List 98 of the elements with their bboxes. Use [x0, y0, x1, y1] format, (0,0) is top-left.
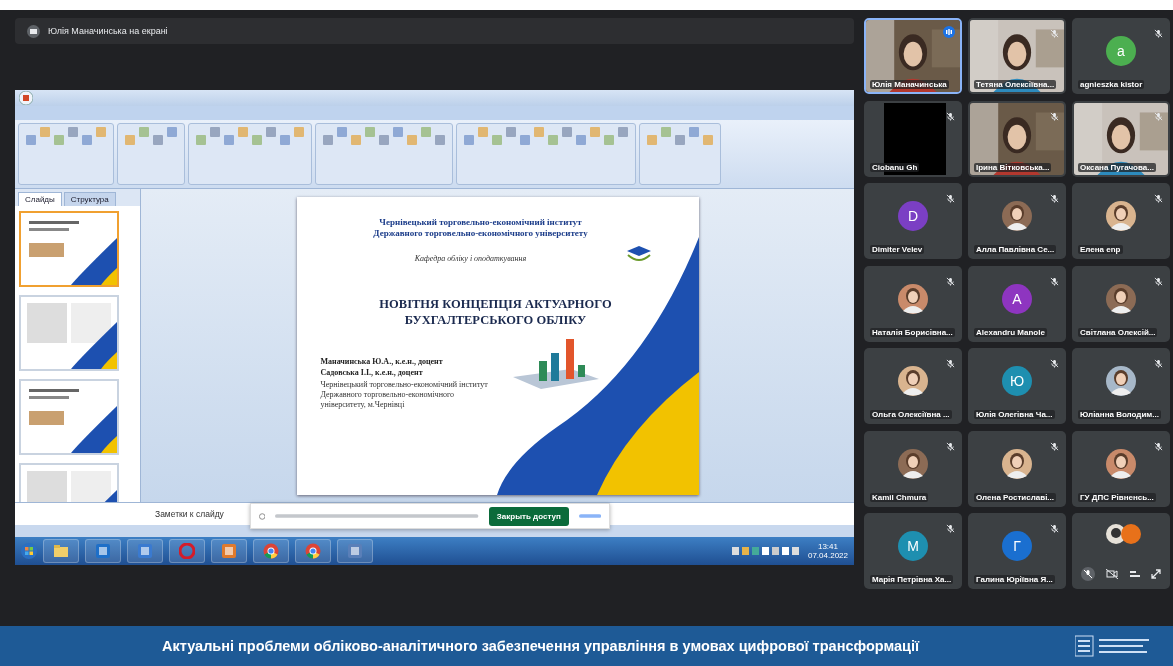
- presentation-icon: [27, 24, 40, 38]
- mic-off-icon: [1050, 111, 1059, 121]
- mic-off-icon: [1154, 441, 1163, 451]
- avatar-group-drawing: [1104, 523, 1144, 545]
- taskbar-button[interactable]: [127, 539, 163, 564]
- avatar-initial: Ю: [1002, 366, 1032, 396]
- app-icon: [137, 543, 153, 560]
- taskbar-button[interactable]: [211, 539, 247, 564]
- taskbar-button[interactable]: [85, 539, 121, 564]
- mic-off-icon: [1050, 441, 1059, 451]
- app-icon: [347, 543, 363, 560]
- ribbon-tools-drawing: [647, 126, 713, 145]
- participant-name: Олена Ростиславі...: [974, 492, 1057, 502]
- participant-name: Елена enp: [1078, 245, 1123, 254]
- participant-name: Галина Юріївна Я...: [974, 575, 1055, 584]
- mic-off-icon: [1050, 524, 1059, 533]
- app-icon: [95, 543, 111, 560]
- presenter-label: Юлія Маначинська на екрані: [48, 26, 168, 36]
- office-button-icon[interactable]: [19, 90, 33, 105]
- mic-off-icon: [946, 194, 955, 203]
- mic-off-icon: [1050, 276, 1059, 286]
- department-name: Кафедра обліку і оподаткування: [413, 253, 528, 263]
- participant-name: Ciobanu Gh: [870, 162, 920, 172]
- mic-off-icon: [946, 524, 955, 533]
- folder-icon: [53, 543, 69, 560]
- avatar-photo: [898, 366, 928, 396]
- mic-off-icon: [1154, 111, 1163, 121]
- participant-name: Наталія Борисівна...: [870, 327, 955, 337]
- mic-off-icon: [946, 441, 955, 451]
- panel-tab[interactable]: Структура: [63, 192, 116, 207]
- author-name: Садовська І.І., к.е.н., доцент: [320, 368, 424, 378]
- taskbar-button[interactable]: [169, 539, 205, 564]
- avatar-initial: D: [898, 201, 928, 231]
- avatar-photo: [1106, 201, 1136, 231]
- mic-off-icon: [1154, 29, 1163, 38]
- mic-off-icon: [946, 276, 955, 286]
- participant-name: Ольга Олексіївна ...: [870, 410, 952, 419]
- mic-off-icon: [1154, 194, 1163, 203]
- participant-name: Оксана Пугачова...: [1078, 162, 1156, 172]
- avatar-initial: M: [898, 531, 928, 561]
- link-text-drawing: [578, 514, 601, 518]
- slide-title: НОВІТНЯ КОНЦЕПЦІЯ АКТУАРНОГО БУХГАЛТЕРСЬКОГО ОБЛІКУ: [378, 297, 613, 329]
- mic-off-icon: [1050, 29, 1059, 38]
- app-icon: [221, 543, 237, 560]
- participant-name: Марія Петрівна Ха...: [870, 575, 954, 584]
- participant-name: Kamil Chmura: [870, 492, 929, 502]
- participant-name: Dimiter Velev: [870, 245, 925, 254]
- avatar-initial: a: [1106, 36, 1136, 66]
- mic-off-icon: [1154, 359, 1163, 368]
- mic-off-icon: [946, 111, 955, 121]
- conference-title: Актуальні проблеми обліково-аналітичного забезпечення управління в умовах цифрової трансформації: [162, 638, 921, 654]
- taskbar-button[interactable]: [295, 539, 331, 564]
- avatar-photo: [1106, 448, 1136, 479]
- participant-name: Тетяна Олексіївна...: [974, 80, 1057, 89]
- participant-name: Alexandru Manole: [974, 327, 1047, 337]
- institute-name: Чернівецький торговельно-економічний інститут Державного торговельно-економічного університету: [372, 216, 589, 240]
- taskbar-button[interactable]: [43, 539, 79, 564]
- expand-icon[interactable]: [1151, 569, 1162, 579]
- avatar-photo: [1002, 448, 1032, 479]
- mic-off-icon: [1154, 276, 1163, 286]
- clock-time: 13:41: [817, 542, 838, 552]
- avatar-photo: [898, 283, 928, 314]
- author-affiliation: Чернівецький торговельно-економічний інститут Державного торговельно-економічного університету, м.Чернівці: [320, 379, 489, 410]
- info-icon: [259, 512, 266, 520]
- participant-name: Ірина Вітковська...: [974, 162, 1052, 172]
- avatar-photo: [1002, 201, 1032, 231]
- participant-name: Юлія Олегівна Ча...: [974, 410, 1055, 419]
- participant-name: Юлія Маначинська: [870, 80, 949, 89]
- tray-icons-drawing: [731, 546, 802, 557]
- participant-name: Юліанна Володим...: [1078, 410, 1161, 419]
- ribbon-tools-drawing: [125, 126, 177, 145]
- start-orb-icon: [21, 543, 37, 560]
- avatar-photo: [898, 448, 928, 479]
- taskbar-button[interactable]: [253, 539, 289, 564]
- taskbar-button[interactable]: [337, 539, 373, 564]
- speaking-icon: [943, 26, 955, 38]
- avatar-photo: [1106, 283, 1136, 314]
- avatar-initial: Г: [1002, 531, 1032, 561]
- participant-name: Світлана Олексій...: [1078, 327, 1158, 337]
- mic-off-icon: [1050, 359, 1059, 368]
- chrome-icon: [263, 543, 279, 560]
- avatar-photo: [1106, 366, 1136, 396]
- panel-tab[interactable]: Слайды: [18, 192, 62, 207]
- author-name: Маначинська Ю.А., к.е.н., доцент: [320, 356, 444, 367]
- stop-sharing-button[interactable]: Закрыть доступ: [488, 506, 569, 526]
- notes-placeholder: Заметки к слайду: [155, 509, 224, 520]
- avatar-initial: A: [1002, 283, 1032, 314]
- chrome-icon: [305, 543, 321, 560]
- opera-icon: [179, 543, 195, 560]
- mic-off-icon: [1050, 194, 1059, 203]
- participant-name: agnieszka kistor: [1078, 80, 1145, 89]
- clock-date: 07.04.2022: [807, 551, 848, 561]
- mic-off-icon: [946, 359, 955, 368]
- more-icon[interactable]: [1129, 571, 1140, 577]
- camera-off-icon[interactable]: [1106, 569, 1119, 579]
- mic-off-icon[interactable]: [1080, 567, 1095, 581]
- participant-name: Алла Павлівна Се...: [974, 245, 1057, 254]
- participant-name: ГУ ДПС Рівненсь...: [1078, 492, 1156, 502]
